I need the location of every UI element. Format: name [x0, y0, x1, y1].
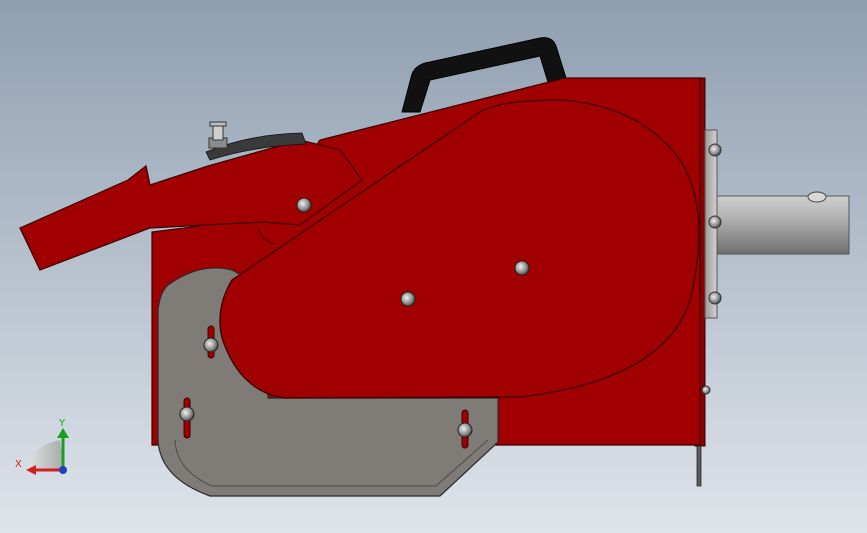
wing-nut-head — [179, 406, 195, 422]
knob-cap — [209, 121, 227, 127]
y-axis-label: Y — [58, 418, 66, 429]
cover-bolt — [514, 260, 530, 276]
flange-bolt — [708, 215, 722, 229]
flange-bolt — [708, 291, 722, 305]
x-axis-label: X — [15, 459, 22, 470]
flange-bolt — [701, 385, 711, 395]
drive-shaft[interactable] — [716, 195, 850, 255]
wing-nut-head — [457, 422, 473, 438]
wing-nut-head — [203, 337, 219, 353]
cover-bolt — [296, 197, 312, 213]
shaft-keyhole — [807, 191, 827, 203]
z-axis-dot — [59, 466, 67, 474]
model-scene[interactable]: Y X — [0, 0, 867, 533]
flange-bolt — [708, 143, 722, 157]
cover-bolt — [400, 291, 416, 307]
mounting-foot — [696, 445, 702, 487]
graphics-viewport[interactable]: Y X — [0, 0, 867, 533]
